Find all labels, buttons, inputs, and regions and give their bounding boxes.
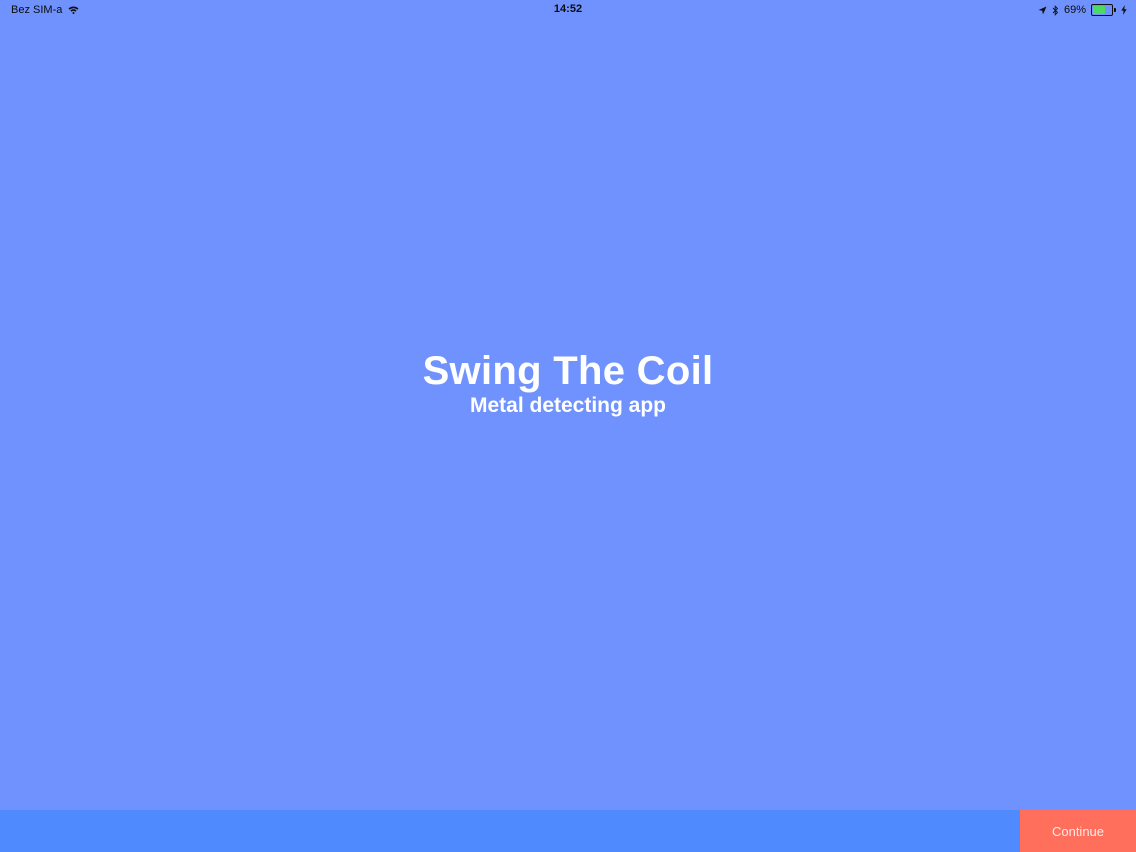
battery-cap bbox=[1114, 8, 1116, 12]
status-right: 69% bbox=[1038, 4, 1127, 16]
hero: Swing The Coil Metal detecting app bbox=[0, 348, 1136, 418]
status-time: 14:52 bbox=[553, 3, 583, 15]
battery-body bbox=[1091, 4, 1113, 16]
location-icon bbox=[1038, 6, 1047, 15]
app-title: Swing The Coil bbox=[422, 349, 714, 393]
app-subtitle: Metal detecting app bbox=[469, 394, 667, 417]
battery-icon bbox=[1091, 4, 1116, 16]
status-bar: Bez SIM-a 14:52 69% bbox=[0, 0, 1136, 20]
continue-button[interactable]: Continue bbox=[1020, 810, 1136, 852]
bottom-bar: Continue bbox=[0, 810, 1136, 852]
bluetooth-icon bbox=[1052, 4, 1059, 16]
charging-icon bbox=[1121, 5, 1127, 15]
battery-fill bbox=[1093, 6, 1106, 14]
battery-percent: 69% bbox=[1063, 4, 1086, 16]
